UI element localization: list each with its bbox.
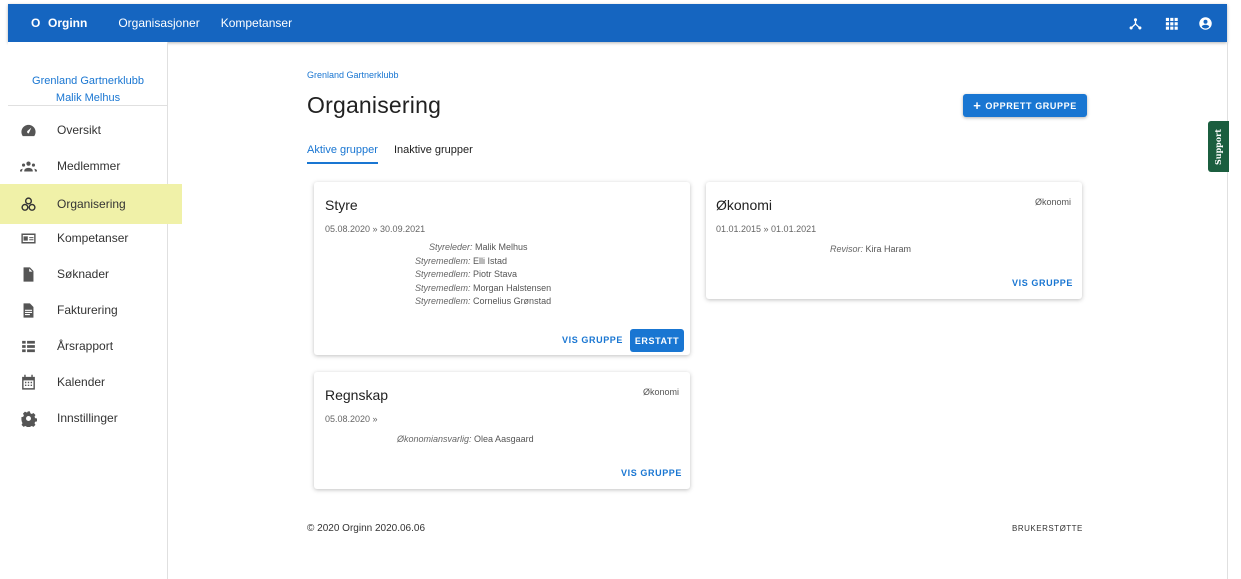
role-title: Økonomiansvarlig: (397, 434, 472, 444)
sidebar-item-organisering[interactable]: Organisering (0, 184, 182, 224)
sidebar-item-innstillinger[interactable]: Innstillinger (8, 400, 173, 436)
group-tabs: Aktive grupper Inaktive grupper (307, 144, 489, 164)
sidebar-club-name[interactable]: Grenland Gartnerklubb (8, 75, 168, 87)
group-card-styre: Styre 05.08.2020 » 30.09.2021 Styreleder… (314, 182, 690, 355)
role-person: Piotr Stava (473, 269, 518, 279)
view-group-link[interactable]: VIS GRUPPE (562, 335, 623, 345)
calendar-icon (19, 373, 37, 391)
sidebar-item-label: Fakturering (57, 303, 118, 317)
card-roles: Økonomiansvarlig: Olea Aasgaard (397, 433, 534, 447)
sidebar-item-kompetanser[interactable]: Kompetanser (8, 220, 173, 256)
role-line: Revisor: Kira Haram (830, 243, 911, 257)
group-card-regnskap: Regnskap Økonomi 05.08.2020 » Økonomians… (314, 372, 690, 489)
card-category-tag: Økonomi (1034, 197, 1071, 207)
role-person: Olea Aasgaard (474, 434, 534, 444)
role-person: Elli Istad (473, 255, 508, 266)
replace-button[interactable]: ERSTATT (630, 329, 684, 352)
sidebar-item-label: Medlemmer (57, 159, 121, 173)
sidebar-item-arsrapport[interactable]: Årsrapport (8, 328, 173, 364)
card-roles: Styreleder: Malik Melhus Styremedlem: El… (415, 241, 551, 309)
sidebar-user-name[interactable]: Malik Melhus (8, 92, 168, 104)
role-line: Styremedlem: Elli Istad (415, 255, 551, 269)
card-category-tag: Økonomi (642, 387, 679, 397)
support-tab-label: Support (1213, 128, 1224, 165)
sidebar-item-oversikt[interactable]: Oversikt (8, 112, 173, 148)
sidebar-item-label: Kompetanser (57, 231, 129, 245)
role-person: Cornelius Grønstad (473, 296, 552, 306)
role-line: Styremedlem: Morgan Halstensen (415, 282, 551, 296)
role-title: Styremedlem: (415, 255, 471, 266)
card-title: Regnskap (325, 387, 389, 403)
role-title: Styremedlem: (415, 269, 471, 279)
logo-letter: O (31, 16, 41, 30)
app-logo[interactable]: O Orginn (31, 16, 87, 30)
create-group-button[interactable]: + OPPRETT GRUPPE (963, 94, 1087, 117)
sidebar: Grenland Gartnerklubb Malik Melhus Overs… (0, 42, 182, 579)
sidebar-item-label: Årsrapport (57, 339, 114, 353)
view-group-link[interactable]: VIS GRUPPE (1012, 278, 1073, 288)
nav-organisasjoner[interactable]: Organisasjoner (118, 16, 199, 30)
plus-icon: + (973, 98, 982, 113)
role-title: Revisor: (830, 244, 864, 254)
footer-support-link[interactable]: BRUKERSTØTTE (1012, 524, 1083, 533)
nav-kompetanser[interactable]: Kompetanser (221, 16, 292, 30)
role-line: Styreleder: Malik Melhus (415, 241, 551, 255)
card-title: Styre (325, 197, 358, 213)
create-group-label: OPPRETT GRUPPE (985, 100, 1077, 111)
tab-inactive-groups[interactable]: Inaktive grupper (394, 144, 473, 164)
role-person: Morgan Halstensen (473, 282, 552, 293)
card-dates: 01.01.2015 » 01.01.2021 (716, 224, 817, 234)
role-line: Styremedlem: Piotr Stava (415, 268, 551, 282)
dashboard-icon (19, 121, 37, 139)
support-tab[interactable]: Support (1208, 121, 1229, 172)
role-title: Styremedlem: (415, 282, 471, 293)
card-roles: Revisor: Kira Haram (830, 243, 911, 257)
document-icon (19, 265, 37, 283)
footer-copyright: © 2020 Orginn 2020.06.06 (307, 523, 426, 534)
network-icon[interactable] (1127, 15, 1143, 31)
role-line: Styremedlem: Cornelius Grønstad (415, 295, 551, 309)
sidebar-item-soknader[interactable]: Søknader (8, 256, 173, 292)
sidebar-item-label: Kalender (57, 375, 106, 389)
card-dates: 05.08.2020 » 30.09.2021 (325, 224, 426, 234)
sidebar-divider (8, 105, 168, 106)
id-card-icon (19, 229, 37, 247)
account-circle-icon[interactable] (1197, 15, 1213, 31)
sidebar-item-label: Innstillinger (57, 411, 118, 425)
apps-grid-icon[interactable] (1163, 15, 1179, 31)
role-person: Malik Melhus (475, 242, 528, 252)
settings-icon (19, 409, 37, 427)
card-title: Økonomi (716, 197, 773, 213)
sidebar-item-label: Oversikt (57, 123, 102, 137)
organisation-icon (19, 195, 37, 213)
role-title: Styreleder: (429, 242, 473, 252)
sidebar-item-medlemmer[interactable]: Medlemmer (8, 148, 173, 184)
role-line: Økonomiansvarlig: Olea Aasgaard (397, 433, 534, 447)
role-title: Styremedlem: (415, 296, 471, 306)
sidebar-item-kalender[interactable]: Kalender (8, 364, 173, 400)
view-group-link[interactable]: VIS GRUPPE (621, 468, 682, 478)
tab-active-groups[interactable]: Aktive grupper (307, 144, 378, 164)
sidebar-item-label: Organisering (57, 197, 126, 211)
top-app-bar: O Orginn Organisasjoner Kompetanser (8, 4, 1227, 42)
card-dates: 05.08.2020 » (325, 414, 378, 424)
role-person: Kira Haram (865, 244, 912, 254)
group-card-okonomi: Økonomi Økonomi 01.01.2015 » 01.01.2021 … (706, 182, 1082, 299)
sidebar-item-label: Søknader (57, 267, 110, 281)
app-name: Orginn (48, 16, 88, 30)
page-title: Organisering (307, 92, 442, 118)
members-icon (19, 157, 37, 175)
breadcrumb[interactable]: Grenland Gartnerklubb (307, 70, 399, 80)
invoice-icon (19, 301, 37, 319)
sidebar-item-fakturering[interactable]: Fakturering (8, 292, 173, 328)
report-list-icon (19, 337, 37, 355)
